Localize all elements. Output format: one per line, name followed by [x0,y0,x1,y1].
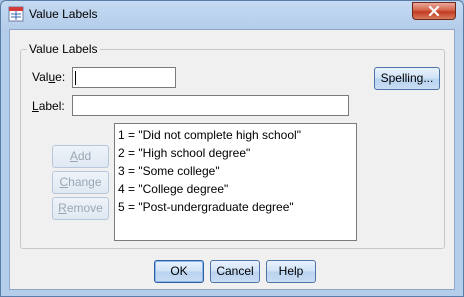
close-icon [428,6,440,16]
value-labels-dialog: Value Labels Value Labels Value: Label: … [0,0,464,297]
ok-button[interactable]: OK [154,260,204,283]
list-item[interactable]: 2 = "High school degree" [118,144,356,162]
change-button[interactable]: Change [52,171,109,194]
list-item[interactable]: 3 = "Some college" [118,162,356,180]
label-input[interactable] [72,95,349,116]
group-title: Value Labels [27,42,100,56]
label-field-label: Label: [32,99,65,113]
help-button[interactable]: Help [266,260,316,283]
value-field-label: Value: [32,70,66,84]
text-cursor [75,71,76,85]
list-item[interactable]: 5 = "Post-undergraduate degree" [118,198,356,216]
dialog-body: Value Labels Value: Label: Spelling... A… [9,29,455,290]
value-input[interactable] [72,67,176,88]
add-button[interactable]: Add [52,145,109,168]
value-labels-app-icon [8,6,24,22]
list-item[interactable]: 4 = "College degree" [118,180,356,198]
close-button[interactable] [412,2,456,20]
cancel-button[interactable]: Cancel [210,260,260,283]
title-bar[interactable]: Value Labels [1,1,463,27]
window-title: Value Labels [29,7,98,21]
spelling-button[interactable]: Spelling... [374,67,440,90]
value-labels-list[interactable]: 1 = "Did not complete high school" 2 = "… [114,123,357,241]
list-item[interactable]: 1 = "Did not complete high school" [118,126,356,144]
remove-button[interactable]: Remove [52,197,109,220]
